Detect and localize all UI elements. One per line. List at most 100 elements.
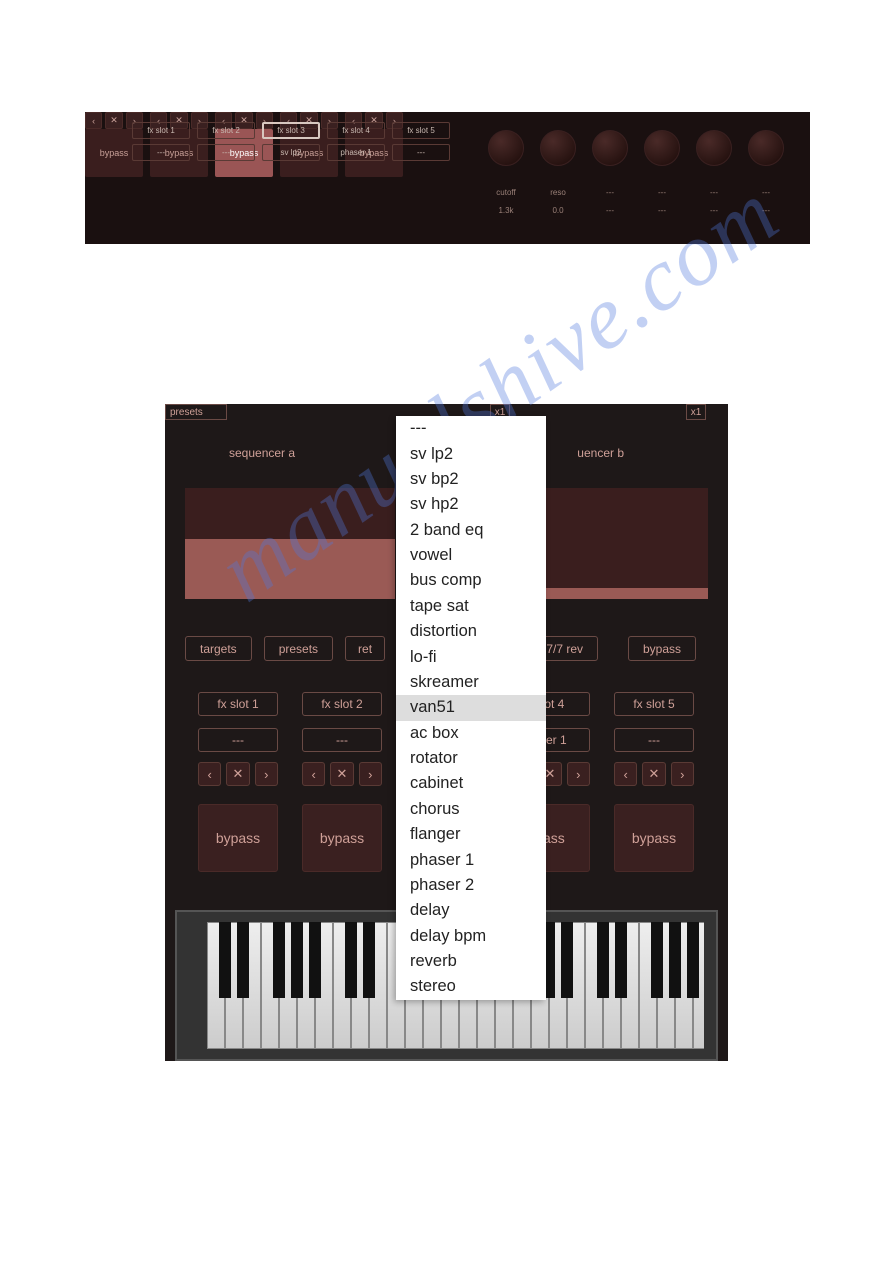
black-key[interactable] xyxy=(345,922,357,998)
expand-icon[interactable]: ✕ xyxy=(642,762,665,786)
knob-row xyxy=(485,130,787,172)
fx-slot-2[interactable]: fx slot 2 xyxy=(197,122,255,139)
dropdown-item[interactable]: chorus xyxy=(396,797,546,822)
fx-type-b2[interactable]: --- xyxy=(302,728,382,752)
presets-button[interactable]: presets xyxy=(264,636,333,661)
fx-slot-b1[interactable]: fx slot 1 xyxy=(198,692,278,716)
fx-type-b1[interactable]: --- xyxy=(198,728,278,752)
prev-icon[interactable]: ‹ xyxy=(85,112,102,129)
dropdown-item[interactable]: delay xyxy=(396,898,546,923)
seq-bypass-button[interactable]: bypass xyxy=(628,636,696,661)
dropdown-item[interactable]: lo-fi xyxy=(396,644,546,669)
knob-value-4: --- xyxy=(641,206,683,215)
dropdown-item[interactable]: sv lp2 xyxy=(396,441,546,466)
next-icon[interactable]: › xyxy=(359,762,382,786)
fx-slot-b5[interactable]: fx slot 5 xyxy=(614,692,694,716)
knob-5[interactable] xyxy=(696,130,732,166)
knob-4[interactable] xyxy=(644,130,680,166)
knob-value-2: 0.0 xyxy=(537,206,579,215)
next-icon[interactable]: › xyxy=(255,762,278,786)
dropdown-item[interactable]: stereo xyxy=(396,974,546,999)
presets-label[interactable]: presets xyxy=(165,404,227,420)
dropdown-item[interactable]: vowel xyxy=(396,543,546,568)
bypass-b1[interactable]: bypass xyxy=(198,804,278,872)
knob-reso[interactable] xyxy=(540,130,576,166)
knob-cutoff[interactable] xyxy=(488,130,524,166)
black-key[interactable] xyxy=(651,922,663,998)
fx-slot-5[interactable]: fx slot 5 xyxy=(392,122,450,139)
fx-type-3[interactable]: sv lp2 xyxy=(262,144,320,161)
black-key[interactable] xyxy=(309,922,321,998)
dropdown-item[interactable]: --- xyxy=(396,416,546,441)
fx-slot-b2[interactable]: fx slot 2 xyxy=(302,692,382,716)
fx-panel-top: fx slot 1 fx slot 2 fx slot 3 fx slot 4 … xyxy=(85,112,810,244)
fx-type-5[interactable]: --- xyxy=(392,144,450,161)
black-key[interactable] xyxy=(597,922,609,998)
bypass-b5[interactable]: bypass xyxy=(614,804,694,872)
black-key[interactable] xyxy=(219,922,231,998)
prev-icon[interactable]: ‹ xyxy=(198,762,221,786)
fx-slot-row: fx slot 1 fx slot 2 fx slot 3 fx slot 4 … xyxy=(132,122,450,139)
dropdown-item[interactable]: sv bp2 xyxy=(396,467,546,492)
expand-icon[interactable]: ✕ xyxy=(226,762,249,786)
black-key[interactable] xyxy=(273,922,285,998)
fx-type-1[interactable]: --- xyxy=(132,144,190,161)
dropdown-item[interactable]: phaser 2 xyxy=(396,873,546,898)
dropdown-item[interactable]: bus comp xyxy=(396,568,546,593)
dropdown-item[interactable]: van51 xyxy=(396,695,546,720)
fx-type-dropdown[interactable]: ---sv lp2sv bp2sv hp22 band eqvowelbus c… xyxy=(396,416,546,1000)
dropdown-item[interactable]: ac box xyxy=(396,721,546,746)
seq-area-b-top[interactable] xyxy=(543,488,708,588)
black-key[interactable] xyxy=(615,922,627,998)
expand-icon[interactable]: ✕ xyxy=(105,112,122,129)
black-key[interactable] xyxy=(561,922,573,998)
knob-3[interactable] xyxy=(592,130,628,166)
black-key[interactable] xyxy=(363,922,375,998)
dropdown-item[interactable]: 2 band eq xyxy=(396,518,546,543)
fx-type-4[interactable]: phaser 1 xyxy=(327,144,385,161)
seq-area-a[interactable] xyxy=(185,539,395,599)
ret-button[interactable]: ret xyxy=(345,636,385,661)
knob-values: 1.3k 0.0 --- --- --- --- xyxy=(485,206,787,215)
fx-slot-4[interactable]: fx slot 4 xyxy=(327,122,385,139)
knob-label-4: --- xyxy=(641,188,683,197)
seq-controls: targets presets ret xyxy=(185,636,385,661)
prev-icon[interactable]: ‹ xyxy=(614,762,637,786)
dropdown-item[interactable]: rotator xyxy=(396,746,546,771)
dropdown-item[interactable]: phaser 1 xyxy=(396,847,546,872)
knob-label-3: --- xyxy=(589,188,631,197)
knob-label-5: --- xyxy=(693,188,735,197)
bypass-b2[interactable]: bypass xyxy=(302,804,382,872)
black-key[interactable] xyxy=(291,922,303,998)
dropdown-item[interactable]: cabinet xyxy=(396,771,546,796)
x1-button-b[interactable]: x1 xyxy=(686,404,706,420)
dropdown-item[interactable]: reverb xyxy=(396,949,546,974)
knob-value-5: --- xyxy=(693,206,735,215)
fx-type-b5[interactable]: --- xyxy=(614,728,694,752)
fx-slot-1[interactable]: fx slot 1 xyxy=(132,122,190,139)
dropdown-item[interactable]: tape sat xyxy=(396,594,546,619)
knob-value-3: --- xyxy=(589,206,631,215)
fx-slot-3[interactable]: fx slot 3 xyxy=(262,122,320,139)
expand-icon[interactable]: ✕ xyxy=(330,762,353,786)
next-icon[interactable]: › xyxy=(671,762,694,786)
knob-6[interactable] xyxy=(748,130,784,166)
fx-type-row: --- --- sv lp2 phaser 1 --- xyxy=(132,144,450,161)
dropdown-item[interactable]: distortion xyxy=(396,619,546,644)
dropdown-item[interactable]: flanger xyxy=(396,822,546,847)
knob-value-6: --- xyxy=(745,206,787,215)
dropdown-item[interactable]: delay bpm xyxy=(396,924,546,949)
prev-icon[interactable]: ‹ xyxy=(302,762,325,786)
fx-type-2[interactable]: --- xyxy=(197,144,255,161)
black-key[interactable] xyxy=(669,922,681,998)
targets-button[interactable]: targets xyxy=(185,636,252,661)
next-icon[interactable]: › xyxy=(567,762,590,786)
black-key[interactable] xyxy=(687,922,699,998)
black-key[interactable] xyxy=(237,922,249,998)
sequencer-b-label: uencer b xyxy=(577,446,624,460)
knob-value-1: 1.3k xyxy=(485,206,527,215)
knob-label-1: cutoff xyxy=(485,188,527,197)
dropdown-item[interactable]: skreamer xyxy=(396,670,546,695)
dropdown-item[interactable]: sv hp2 xyxy=(396,492,546,517)
knob-labels: cutoff reso --- --- --- --- xyxy=(485,188,787,197)
